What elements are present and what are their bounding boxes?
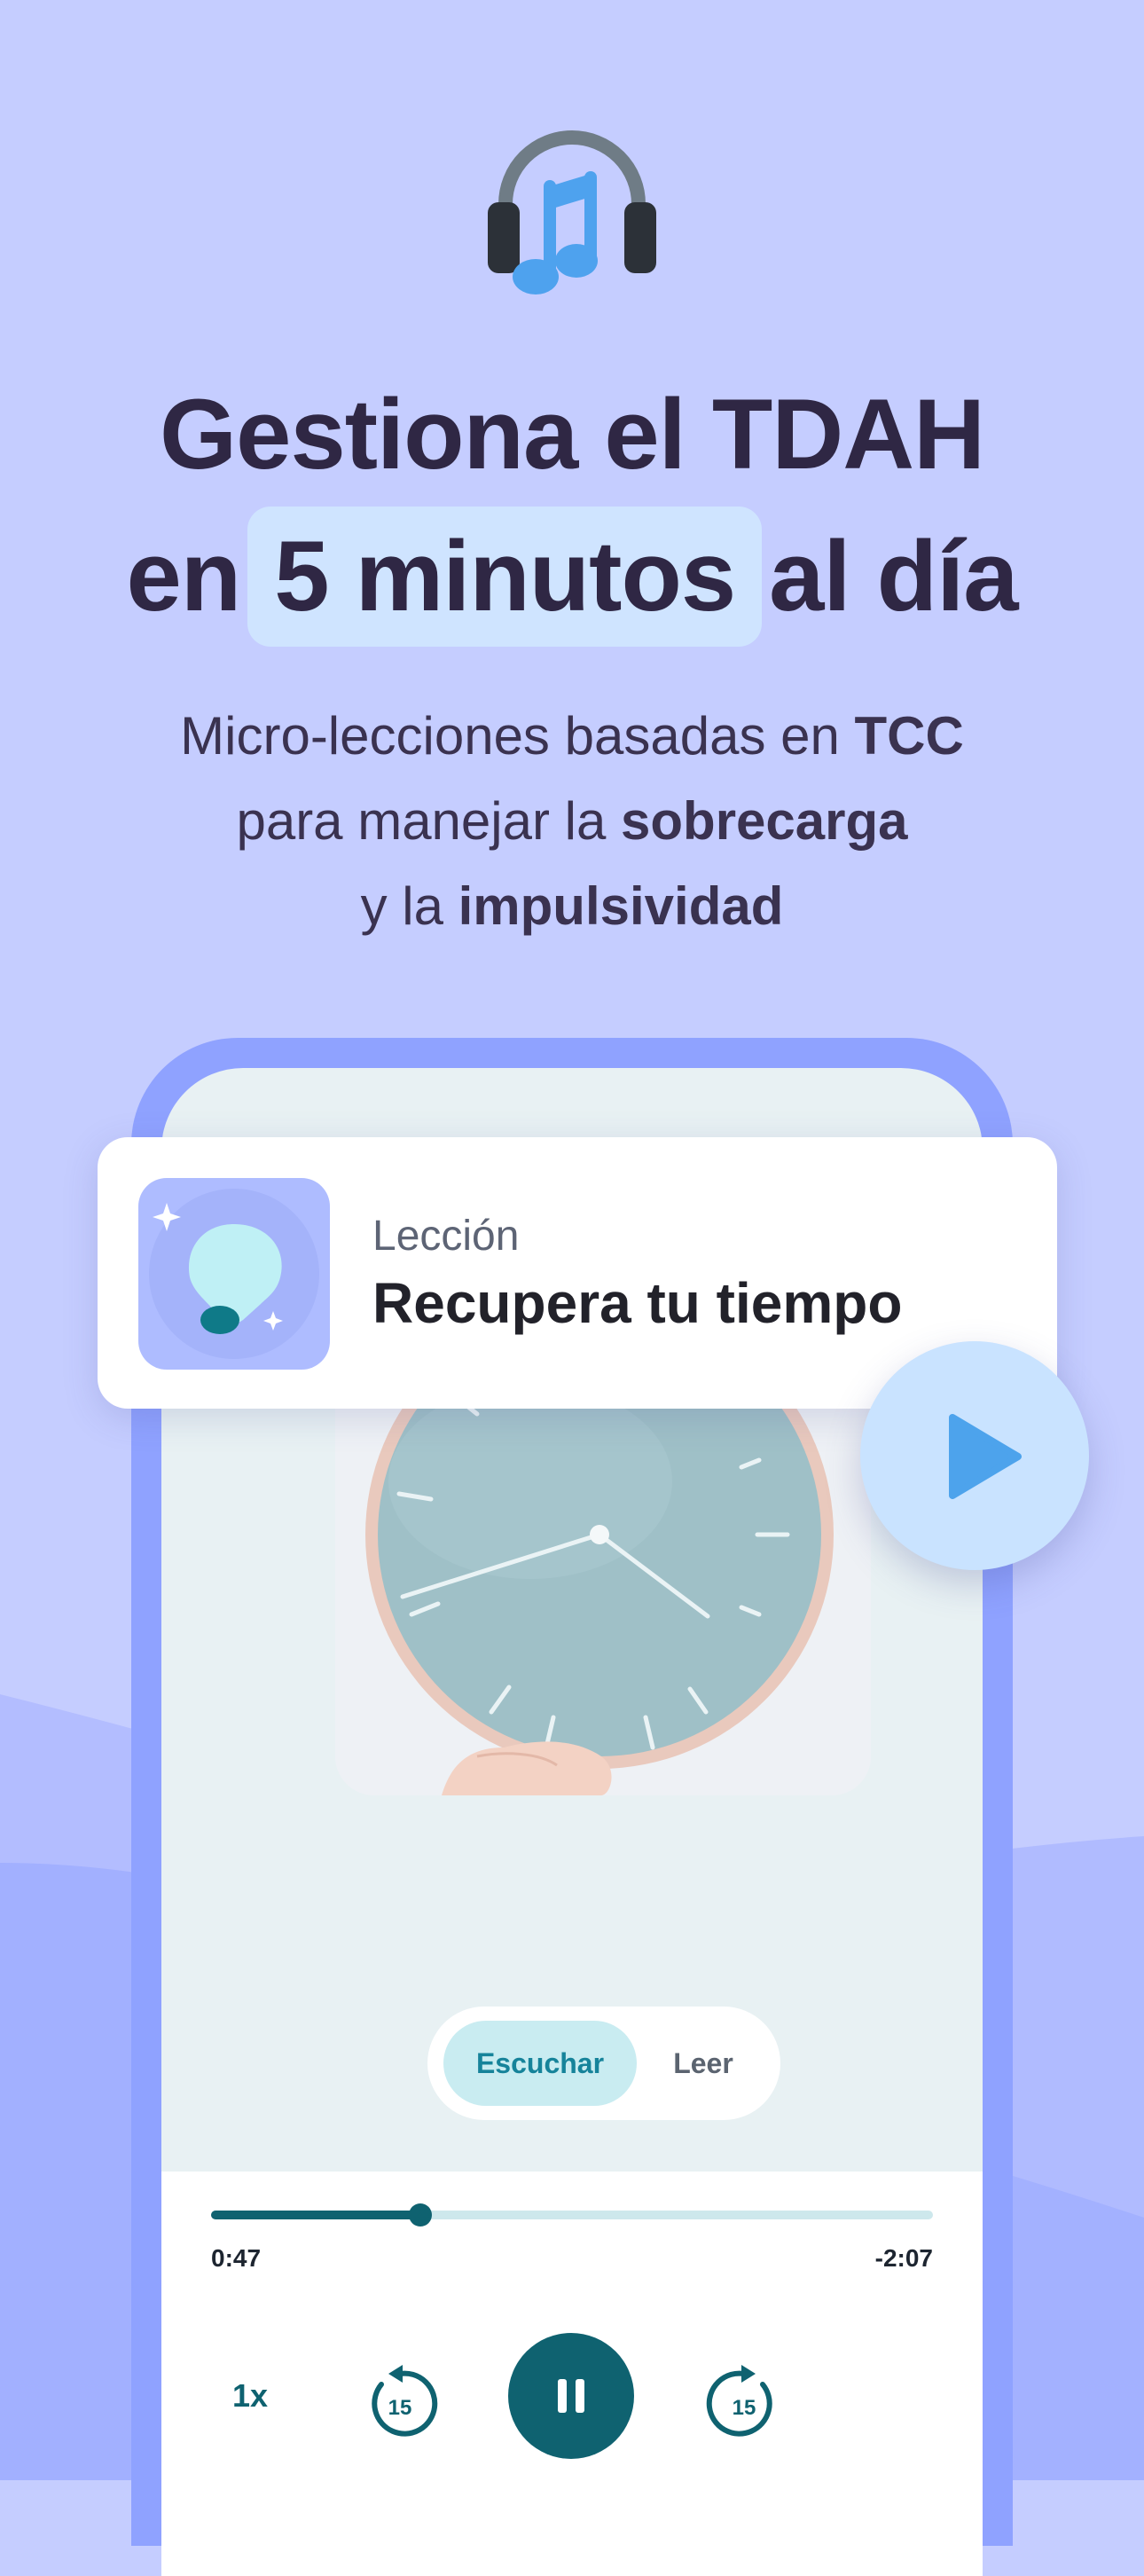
remaining-time: -2:07 xyxy=(874,2244,933,2272)
sub-line-3-bold: impulsividad xyxy=(458,876,784,936)
pause-button[interactable] xyxy=(508,2333,634,2459)
rewind-seconds: 15 xyxy=(388,2396,412,2420)
tab-leer[interactable]: Leer xyxy=(637,2021,770,2106)
lightbulb-icon xyxy=(138,1178,330,1370)
subheadline-line-2: para manejar la sobrecarga xyxy=(0,779,1144,864)
headline-suffix: al día xyxy=(769,521,1018,632)
sub-line-2-bold: sobrecarga xyxy=(621,791,908,851)
forward-seconds: 15 xyxy=(733,2396,756,2420)
audio-player: 0:47 -2:07 1x 15 15 xyxy=(161,2172,983,2576)
headline-prefix: en xyxy=(126,521,242,632)
clock-illustration xyxy=(335,1375,871,1795)
headphones-music-icon xyxy=(488,130,656,295)
lesson-clock-photo xyxy=(335,1375,871,1795)
pause-icon-bar-left xyxy=(558,2379,567,2413)
lesson-title: Recupera tu tiempo xyxy=(372,1271,903,1335)
progress-bar[interactable] xyxy=(211,2203,933,2227)
tab-escuchar[interactable]: Escuchar xyxy=(443,2021,637,2106)
sub-line-1-text: Micro-lecciones basadas en xyxy=(180,706,840,766)
sub-line-3-text: y la xyxy=(360,876,443,936)
play-icon xyxy=(949,1414,1022,1499)
pause-icon-bar-right xyxy=(576,2379,584,2413)
subheadline-line-3: y la impulsividad xyxy=(0,864,1144,949)
headline-line-1: Gestiona el TDAH xyxy=(160,379,985,490)
sub-line-2-text: para manejar la xyxy=(236,791,607,851)
playback-speed-button[interactable]: 1x xyxy=(232,2377,268,2415)
play-button[interactable] xyxy=(860,1341,1089,1570)
listen-read-toggle: Escuchar Leer xyxy=(427,2007,780,2120)
subheadline-line-1: Micro-lecciones basadas en TCC xyxy=(0,694,1144,779)
headline-highlight: 5 minutos xyxy=(247,507,763,647)
subheadline: Micro-lecciones basadas en TCC para mane… xyxy=(0,694,1144,949)
progress-fill xyxy=(211,2211,421,2219)
headline: Gestiona el TDAH en 5 minutos al día xyxy=(0,364,1144,648)
lesson-eyebrow: Lección xyxy=(372,1213,520,1260)
elapsed-time: 0:47 xyxy=(211,2244,262,2272)
forward-15-icon[interactable]: 15 xyxy=(706,2363,782,2439)
sub-line-1-bold: TCC xyxy=(854,706,964,766)
headline-line-2: en 5 minutos al día xyxy=(0,506,1144,648)
rewind-15-icon[interactable]: 15 xyxy=(362,2363,438,2439)
progress-knob[interactable] xyxy=(409,2203,433,2227)
